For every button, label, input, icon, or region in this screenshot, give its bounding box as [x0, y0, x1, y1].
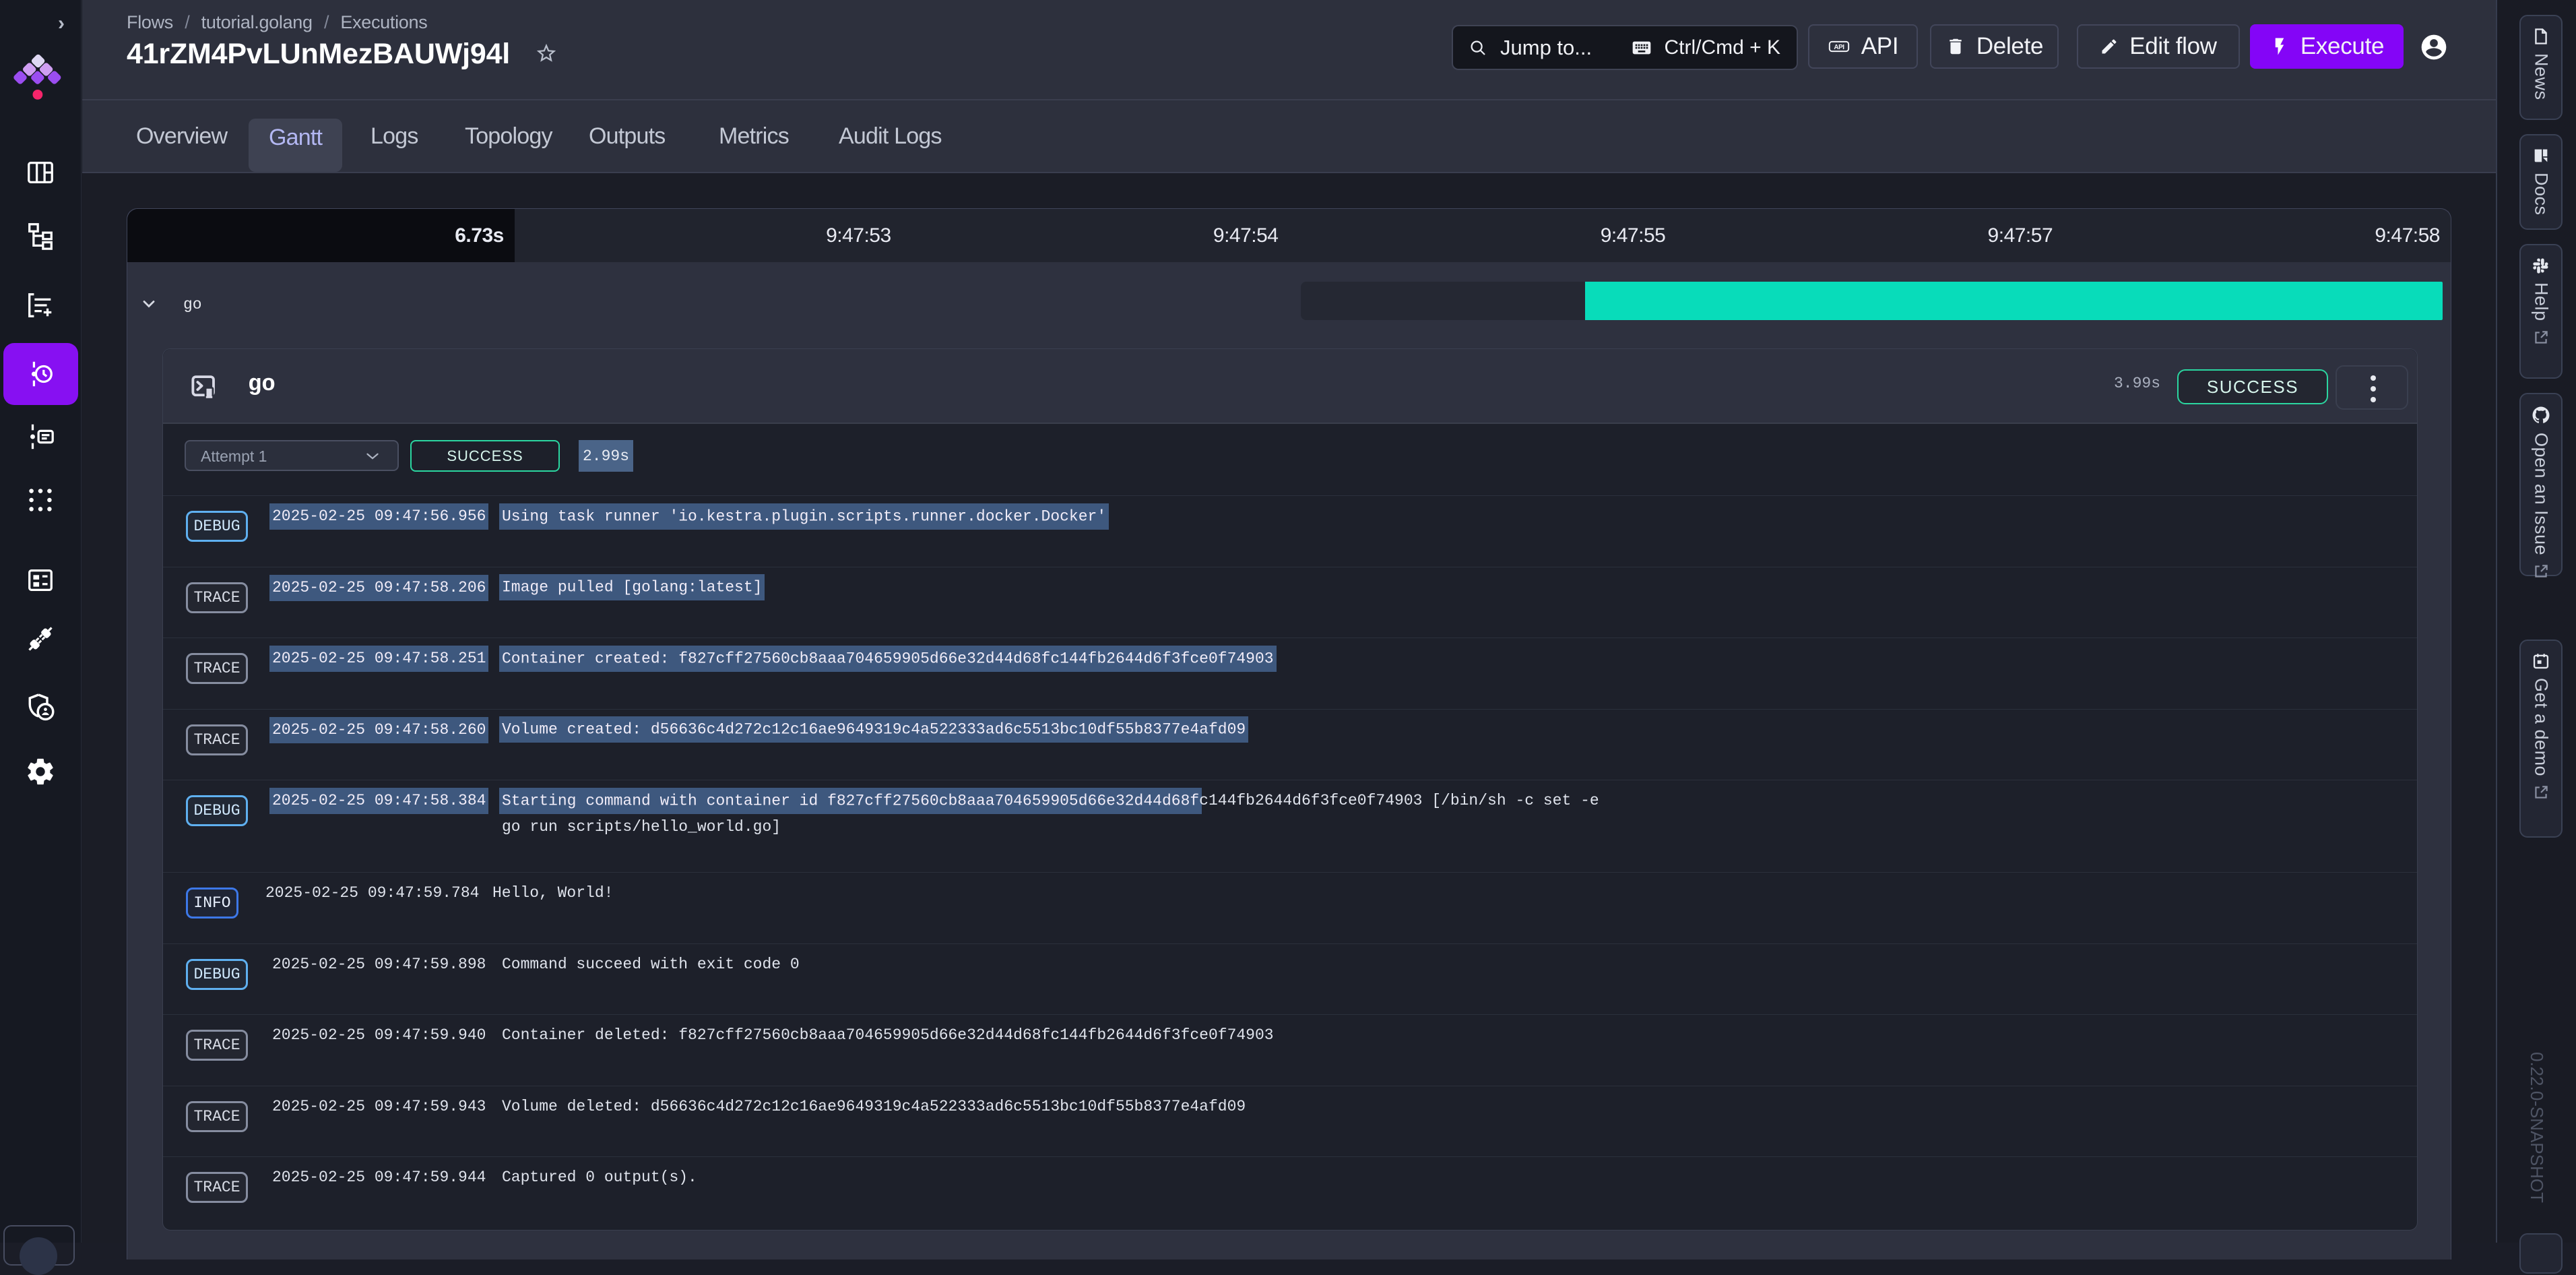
svg-text:API: API	[1834, 44, 1844, 51]
